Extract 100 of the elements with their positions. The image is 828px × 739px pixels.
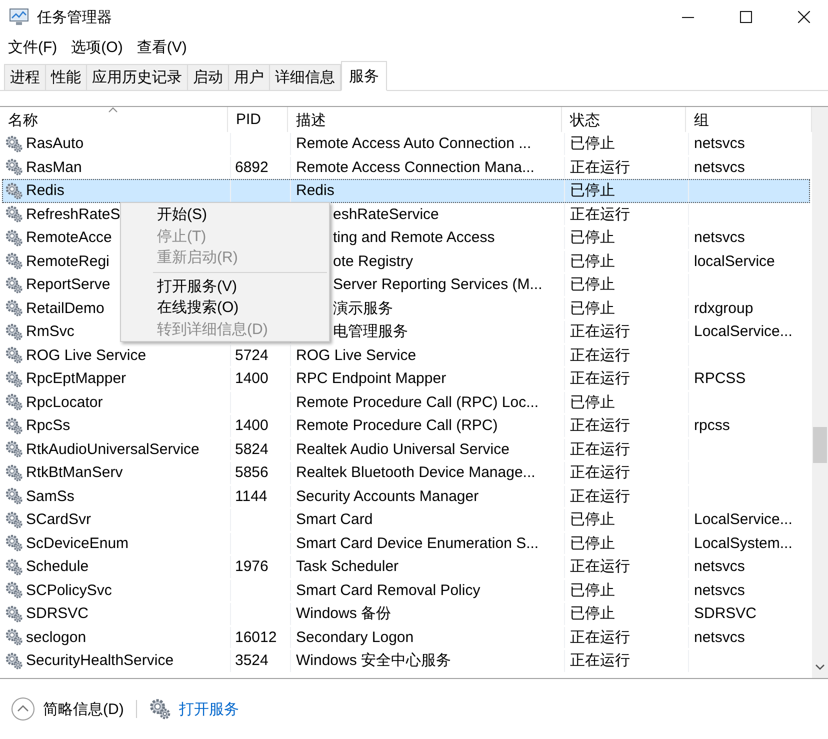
table-row[interactable]: SamSs 1144 Security Accounts Manager 正在运行 — [2, 484, 810, 508]
service-name: RtkAudioUniversalService — [26, 440, 200, 458]
group-cell: SDRSVC — [694, 605, 757, 622]
gears-icon — [5, 604, 23, 623]
column-header[interactable]: PID — [236, 111, 262, 128]
status-cell: 已停止 — [570, 534, 615, 553]
tab[interactable]: 详细信息 — [270, 64, 341, 90]
context-menu-item[interactable]: 在线搜索(O) — [121, 297, 329, 318]
table-row[interactable]: Redis Redis 已停止 — [2, 179, 810, 202]
tab[interactable]: 用户 — [229, 64, 270, 90]
pid-cell: 3524 — [235, 652, 268, 670]
group-cell: LocalSystem... — [694, 534, 792, 552]
scroll-thumb[interactable] — [813, 427, 827, 463]
group-cell: netsvcs — [694, 582, 745, 599]
gears-icon — [5, 393, 23, 412]
description-cell: Server Reporting Services (M... — [333, 276, 542, 294]
table-row[interactable]: RpcEptMapper 1400 RPC Endpoint Mapper 正在运行 RPCSS — [2, 367, 810, 390]
service-name: RemoteRegi — [26, 252, 110, 270]
pid-cell: 5856 — [235, 464, 268, 482]
status-cell: 正在运行 — [570, 346, 630, 365]
gears-icon — [5, 346, 23, 364]
details-toggle[interactable]: 简略信息(D) — [43, 700, 124, 718]
close-icon[interactable] — [798, 11, 810, 23]
collapse-icon[interactable] — [11, 697, 35, 721]
service-name: Schedule — [26, 558, 89, 576]
scroll-down-icon[interactable] — [815, 664, 825, 670]
group-cell: localService — [694, 252, 775, 270]
table-row[interactable]: SCPolicySvc Smart Card Removal Policy 已停止 netsvcs — [2, 578, 810, 602]
tab[interactable]: 性能 — [46, 64, 87, 90]
description-cell: Remote Access Connection Mana... — [296, 158, 534, 176]
table-row[interactable]: seclogon 16012 Secondary Logon 正在运行 netsvcs — [2, 626, 810, 649]
table-row[interactable]: ScDeviceEnum Smart Card Device Enumeration S... 已停止 LocalSystem... — [2, 532, 810, 555]
gears-icon — [5, 182, 23, 200]
description-cell: Secondary Logon — [296, 628, 414, 646]
gears-icon — [5, 370, 23, 388]
status-cell: 正在运行 — [570, 322, 630, 342]
table-row[interactable]: SecurityHealthService 3524 Windows 安全中心服务 正在运行 — [2, 649, 810, 672]
table-row[interactable]: SDRSVC Windows 备份 已停止 SDRSVC — [2, 602, 810, 626]
status-cell: 已停止 — [570, 181, 615, 200]
gears-icon — [5, 416, 23, 435]
group-cell: LocalService... — [694, 511, 792, 528]
tab[interactable]: 进程 — [4, 64, 46, 90]
description-cell: Realtek Bluetooth Device Manage... — [296, 464, 536, 482]
service-name: ScDeviceEnum — [26, 534, 129, 552]
gears-icon — [5, 510, 23, 529]
description-cell: Windows 备份 — [296, 604, 392, 624]
column-header[interactable]: 名称 — [8, 112, 38, 129]
menu-item[interactable]: 查看(V) — [136, 38, 187, 56]
menu-item[interactable]: 选项(O) — [71, 38, 123, 56]
gears-icon — [5, 299, 23, 318]
group-cell: RPCSS — [694, 370, 746, 388]
window-title: 任务管理器 — [37, 8, 112, 26]
gears-icon — [5, 228, 23, 247]
status-cell: 正在运行 — [570, 628, 630, 647]
column-header[interactable]: 描述 — [296, 112, 326, 129]
status-cell: 已停止 — [570, 392, 615, 412]
column-header[interactable]: 组 — [694, 112, 709, 129]
table-row[interactable]: RtkBtManServ 5856 Realtek Bluetooth Device Manage... 正在运行 — [2, 461, 810, 484]
sort-icon — [108, 107, 118, 113]
status-cell: 已停止 — [570, 604, 615, 624]
service-name: RetailDemo — [26, 300, 104, 317]
description-cell: Smart Card Device Enumeration S... — [296, 534, 539, 552]
gears-icon — [5, 652, 23, 670]
gears-icon — [5, 134, 23, 153]
context-menu-item[interactable]: 开始(S) — [121, 204, 329, 226]
description-cell: Smart Card Removal Policy — [296, 582, 480, 599]
table-row[interactable]: RasAuto Remote Access Auto Connection ... 已停止 netsvcs — [2, 132, 810, 156]
group-cell: LocalService... — [694, 323, 792, 340]
description-cell: ROG Live Service — [296, 346, 416, 364]
service-name: ROG Live Service — [26, 346, 146, 364]
pid-cell: 5724 — [235, 346, 268, 364]
pid-cell: 5824 — [235, 440, 268, 458]
menu-item[interactable]: 文件(F) — [8, 38, 58, 56]
table-row[interactable]: RpcLocator Remote Procedure Call (RPC) Loc... 已停止 — [2, 390, 810, 414]
tab[interactable]: 启动 — [188, 64, 229, 90]
context-menu-item[interactable]: 打开服务(V) — [121, 276, 329, 297]
status-cell: 已停止 — [570, 228, 615, 248]
table-row[interactable]: RasMan 6892 Remote Access Connection Mana... 正在运行 netsvcs — [2, 156, 810, 179]
table-row[interactable]: ROG Live Service 5724 ROG Live Service 正在运行 — [2, 344, 810, 367]
table-row[interactable]: RtkAudioUniversalService 5824 Realtek Audio Universal Service 正在运行 — [2, 438, 810, 461]
tab[interactable]: 服务 — [341, 61, 387, 91]
description-cell: Remote Procedure Call (RPC) Loc... — [296, 394, 539, 411]
service-name: RpcSs — [26, 417, 70, 434]
maximize-icon[interactable] — [740, 11, 752, 23]
open-services-link[interactable]: 打开服务 — [178, 700, 239, 718]
table-row[interactable]: RpcSs 1400 Remote Procedure Call (RPC) 正在运行 rpcss — [2, 414, 810, 438]
column-header[interactable]: 状态 — [570, 112, 600, 129]
service-name: SDRSVC — [26, 605, 89, 622]
table-row[interactable]: SCardSvr Smart Card 已停止 LocalService... — [2, 508, 810, 532]
service-name: RasMan — [26, 158, 82, 176]
gears-icon — [5, 558, 23, 576]
service-name: SamSs — [26, 488, 74, 505]
status-cell: 正在运行 — [570, 440, 630, 459]
description-cell: Remote Access Auto Connection ... — [296, 135, 532, 152]
service-name: RmSvc — [26, 323, 74, 340]
service-name: RasAuto — [26, 135, 84, 152]
tab[interactable]: 应用历史记录 — [87, 64, 188, 90]
gears-icon — [5, 276, 23, 294]
status-cell: 已停止 — [570, 252, 615, 271]
table-row[interactable]: Schedule 1976 Task Scheduler 正在运行 netsvcs — [2, 555, 810, 578]
